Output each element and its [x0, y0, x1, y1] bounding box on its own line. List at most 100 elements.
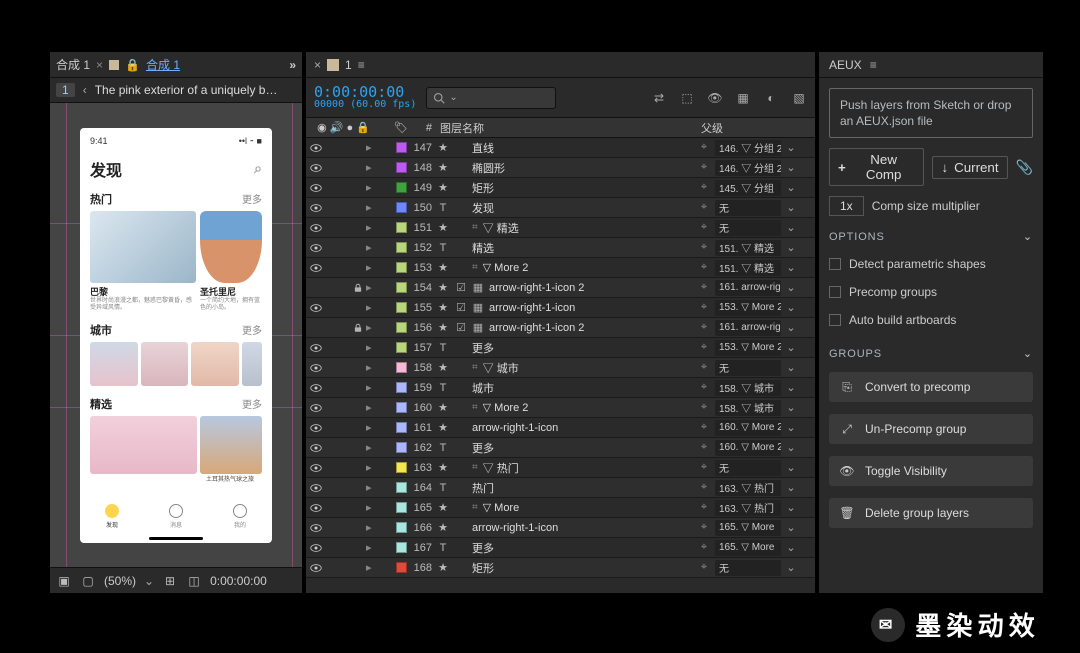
color-label[interactable]	[396, 282, 407, 293]
parent-dropdown[interactable]: 无	[715, 560, 781, 576]
twirl-icon[interactable]: ▸	[366, 141, 376, 154]
parent-dropdown[interactable]: 无	[715, 220, 781, 236]
parent-dropdown[interactable]: 165. ▽ More	[715, 520, 781, 536]
twirl-icon[interactable]: ▸	[366, 341, 376, 354]
layer-row[interactable]: ▸158★⌗▽ 城市⌖无⌄	[306, 358, 815, 378]
layer-name[interactable]: 矩形	[472, 560, 494, 576]
solo-col-icon[interactable]: ●	[346, 122, 353, 134]
parent-dropdown[interactable]: 160. ▽ More 2	[715, 420, 781, 436]
eye-icon[interactable]	[310, 142, 322, 154]
eye-icon[interactable]	[310, 162, 322, 174]
chevron-down-icon[interactable]: ⌄	[1023, 230, 1033, 243]
layer-row[interactable]: ▸161★arrow-right-1-icon⌖160. ▽ More 2⌄	[306, 418, 815, 438]
drop-zone[interactable]: Push layers from Sketch or drop an AEUX.…	[829, 88, 1033, 138]
pickwhip-icon[interactable]: ⌖	[697, 141, 711, 154]
lock-icon[interactable]	[352, 282, 364, 294]
lock-col-icon[interactable]: 🔒	[356, 121, 370, 134]
timeline-tab-label[interactable]: 1	[345, 58, 352, 72]
chevron-down-icon[interactable]: ⌄	[785, 501, 797, 514]
layer-row[interactable]: ▸164T热门⌖163. ▽ 热门⌄	[306, 478, 815, 498]
preview-viewport[interactable]: 9:41 ••l ⁃ ■ 发现 ⌕ 热门更多 巴黎 世界时尚浪漫之都，魅惑巴黎黄…	[50, 103, 302, 567]
parent-dropdown[interactable]: 163. ▽ 热门	[715, 500, 781, 516]
color-label[interactable]	[396, 202, 407, 213]
snapshot-icon[interactable]: ▣	[56, 573, 72, 589]
eye-icon[interactable]	[310, 242, 322, 254]
layer-name[interactable]: arrow-right-1-icon 2	[489, 282, 584, 294]
eye-icon[interactable]	[310, 262, 322, 274]
layer-row[interactable]: ▸167T更多⌖165. ▽ More⌄	[306, 538, 815, 558]
graph-editor-icon[interactable]: ▧	[791, 90, 807, 106]
chevron-down-icon[interactable]: ⌄	[785, 361, 797, 374]
twirl-icon[interactable]: ▸	[366, 301, 376, 314]
comp-tab[interactable]: 合成 1	[56, 56, 90, 73]
parent-dropdown[interactable]: 无	[715, 360, 781, 376]
comp-mini-flowchart-icon[interactable]: ⇄	[651, 90, 667, 106]
layer-row[interactable]: ▸147★直线⌖146. ▽ 分组 2⌄	[306, 138, 815, 158]
chevron-down-icon[interactable]: ⌄	[785, 401, 797, 414]
layer-row[interactable]: ▸148★椭圆形⌖146. ▽ 分组 2⌄	[306, 158, 815, 178]
color-label[interactable]	[396, 562, 407, 573]
flowchart-row[interactable]: 1 ‹ The pink exterior of a uniquely b…	[50, 78, 302, 103]
chevron-down-icon[interactable]: ⌄	[785, 321, 797, 334]
layer-row[interactable]: ▸165★⌗▽ More⌖163. ▽ 热门⌄	[306, 498, 815, 518]
multiplier-stepper[interactable]: 1x	[829, 196, 864, 216]
checkbox-icon[interactable]: ☑	[455, 302, 467, 314]
color-label[interactable]	[396, 242, 407, 253]
parent-dropdown[interactable]: 151. ▽ 精选	[715, 240, 781, 256]
tab-close-icon[interactable]: ×	[314, 58, 321, 72]
color-label[interactable]	[396, 322, 407, 333]
pickwhip-icon[interactable]: ⌖	[697, 181, 711, 194]
layer-name[interactable]: 城市	[472, 380, 494, 396]
unprecomp-button[interactable]: ⤢Un-Precomp group	[829, 414, 1033, 444]
eye-icon[interactable]	[310, 442, 322, 454]
chevron-down-icon[interactable]: ⌄	[785, 241, 797, 254]
twirl-icon[interactable]: ▸	[366, 401, 376, 414]
zoom-dropdown[interactable]: (50%)	[104, 574, 136, 588]
layer-row[interactable]: ▸168★矩形⌖无⌄	[306, 558, 815, 578]
parent-dropdown[interactable]: 161. arrow-righ	[715, 320, 781, 336]
chevron-down-icon[interactable]: ⌄	[449, 92, 457, 103]
chevron-down-icon[interactable]: ⌄	[785, 201, 797, 214]
layer-row[interactable]: ▸153★⌗▽ More 2⌖151. ▽ 精选⌄	[306, 258, 815, 278]
parent-dropdown[interactable]: 158. ▽ 城市	[715, 400, 781, 416]
color-label[interactable]	[396, 222, 407, 233]
tabs-more-icon[interactable]: »	[289, 58, 296, 72]
timeline-menu-icon[interactable]: ≡	[358, 58, 365, 72]
layer-row[interactable]: ▸152T精选⌖151. ▽ 精选⌄	[306, 238, 815, 258]
twirl-icon[interactable]: ▸	[366, 241, 376, 254]
panel-menu-icon[interactable]: ≡	[870, 58, 877, 72]
color-label[interactable]	[396, 362, 407, 373]
opt-parametric[interactable]: Detect parametric shapes	[829, 257, 1033, 271]
chevron-down-icon[interactable]: ⌄	[785, 421, 797, 434]
layer-name[interactable]: ▽ 精选	[483, 220, 519, 236]
eye-icon[interactable]	[310, 422, 322, 434]
color-label[interactable]	[396, 522, 407, 533]
parent-dropdown[interactable]: 151. ▽ 精选	[715, 260, 781, 276]
display-icon[interactable]: ▢	[80, 573, 96, 589]
chevron-down-icon[interactable]: ⌄	[785, 561, 797, 574]
pickwhip-icon[interactable]: ⌖	[697, 261, 711, 274]
parent-dropdown[interactable]: 153. ▽ More 2	[715, 340, 781, 356]
new-comp-button[interactable]: +New Comp	[829, 148, 924, 186]
guides-icon[interactable]: ◫	[186, 573, 202, 589]
opt-artboards[interactable]: Auto build artboards	[829, 313, 1033, 327]
layer-row[interactable]: ▸160★⌗▽ More 2⌖158. ▽ 城市⌄	[306, 398, 815, 418]
twirl-icon[interactable]: ▸	[366, 501, 376, 514]
layer-row[interactable]: ▸166★arrow-right-1-icon⌖165. ▽ More⌄	[306, 518, 815, 538]
layer-row[interactable]: ▸156★☑▦arrow-right-1-icon 2⌖161. arrow-r…	[306, 318, 815, 338]
eye-icon[interactable]	[310, 402, 322, 414]
eye-col-icon[interactable]: ◉	[317, 121, 327, 134]
parent-dropdown[interactable]: 145. ▽ 分组	[715, 180, 781, 196]
twirl-icon[interactable]: ▸	[366, 381, 376, 394]
opt-precomp[interactable]: Precomp groups	[829, 285, 1033, 299]
twirl-icon[interactable]: ▸	[366, 161, 376, 174]
layer-name[interactable]: 椭圆形	[472, 160, 505, 176]
chevron-down-icon[interactable]: ⌄	[785, 141, 797, 154]
chevron-down-icon[interactable]: ⌄	[785, 461, 797, 474]
eye-icon[interactable]	[310, 362, 322, 374]
twirl-icon[interactable]: ▸	[366, 481, 376, 494]
twirl-icon[interactable]: ▸	[366, 421, 376, 434]
eye-icon[interactable]	[310, 202, 322, 214]
layer-search-input[interactable]: ⌄	[426, 87, 556, 109]
twirl-icon[interactable]: ▸	[366, 521, 376, 534]
